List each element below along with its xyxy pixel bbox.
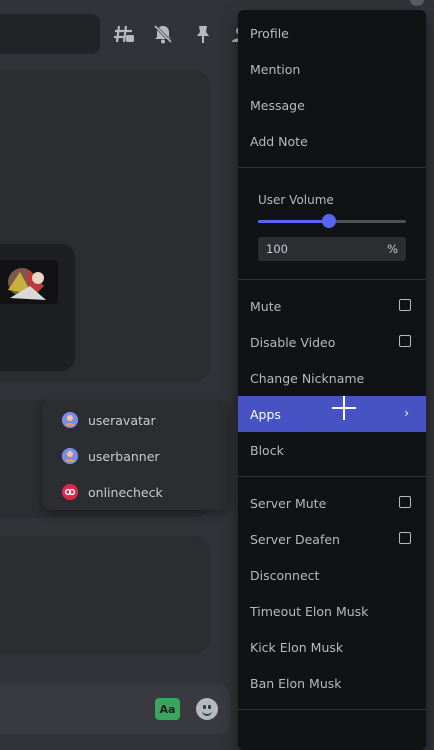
menu-item-label: Mute [250,298,282,314]
menu-item-timeout[interactable]: Timeout Elon Musk [238,594,426,628]
menu-item-label: Server Deafen [250,531,340,547]
text-format-button[interactable]: Aa [155,698,180,720]
media-thumbnail[interactable] [0,260,58,304]
channel-title-area [0,14,100,54]
menu-item-message[interactable]: Message [238,88,426,122]
volume-unit: % [387,242,398,256]
menu-item-apps[interactable]: Apps › [238,396,426,432]
avatar-icon [62,448,78,464]
checkbox-icon[interactable] [399,335,411,347]
menu-item-label: Apps [250,406,281,422]
user-volume-slider[interactable] [258,214,406,228]
chevron-right-icon: › [404,406,409,420]
menu-item-ban[interactable]: Ban Elon Musk [238,666,426,700]
checkbox-icon[interactable] [399,532,411,544]
menu-item-label: Kick Elon Musk [250,639,344,655]
menu-item-label: Disable Video [250,334,336,350]
user-volume-input[interactable]: 100 % [258,237,406,261]
avatar-icon [62,412,78,428]
app-item-onlinecheck[interactable]: onlinecheck [62,480,163,504]
menu-item-label: Add Note [250,133,308,149]
app-item-label: useravatar [88,412,156,428]
menu-item-mention[interactable]: Mention [238,52,426,86]
menu-item-server-deafen[interactable]: Server Deafen [238,522,426,556]
menu-item-label: Disconnect [250,567,320,583]
emoji-icon[interactable] [196,698,218,720]
menu-item-server-mute[interactable]: Server Mute [238,486,426,520]
app-item-useravatar[interactable]: useravatar [62,408,156,432]
user-volume-label: User Volume [258,193,334,207]
menu-item-label: Change Nickname [250,370,365,386]
menu-item-profile[interactable]: Profile [238,16,426,50]
checkbox-icon[interactable] [399,496,411,508]
apps-submenu: useravatar userbanner onlinecheck [42,400,228,510]
checkbox-icon[interactable] [399,299,411,311]
menu-item-kick[interactable]: Kick Elon Musk [238,630,426,664]
menu-separator [238,709,426,710]
menu-item-label: Server Mute [250,495,327,511]
onlinecheck-icon [62,484,78,500]
menu-item-label: Mention [250,61,301,77]
app-item-label: userbanner [88,448,160,464]
app-item-userbanner[interactable]: userbanner [62,444,160,468]
bell-mute-icon[interactable] [151,22,175,46]
menu-separator [238,279,426,280]
window-control-icon[interactable] [410,0,424,6]
menu-item-disable-video[interactable]: Disable Video [238,325,426,359]
app-item-label: onlinecheck [88,484,163,500]
menu-separator [238,476,426,477]
menu-item-change-nickname[interactable]: Change Nickname [238,361,426,395]
menu-separator [238,167,426,168]
menu-item-disconnect[interactable]: Disconnect [238,558,426,592]
pin-icon[interactable] [191,22,215,46]
volume-value: 100 [266,242,288,256]
menu-item-label: Ban Elon Musk [250,675,342,691]
slider-fill [258,220,330,223]
slider-handle[interactable] [322,214,337,228]
menu-item-label: Block [250,442,284,458]
menu-item-label: Timeout Elon Musk [250,603,369,619]
menu-item-label: Profile [250,25,289,41]
menu-item-mute[interactable]: Mute [238,289,426,323]
menu-item-label: Message [250,97,305,113]
threads-icon[interactable] [112,22,136,46]
message-card [0,536,211,654]
menu-item-block[interactable]: Block [238,433,426,467]
menu-item-add-note[interactable]: Add Note [238,124,426,158]
